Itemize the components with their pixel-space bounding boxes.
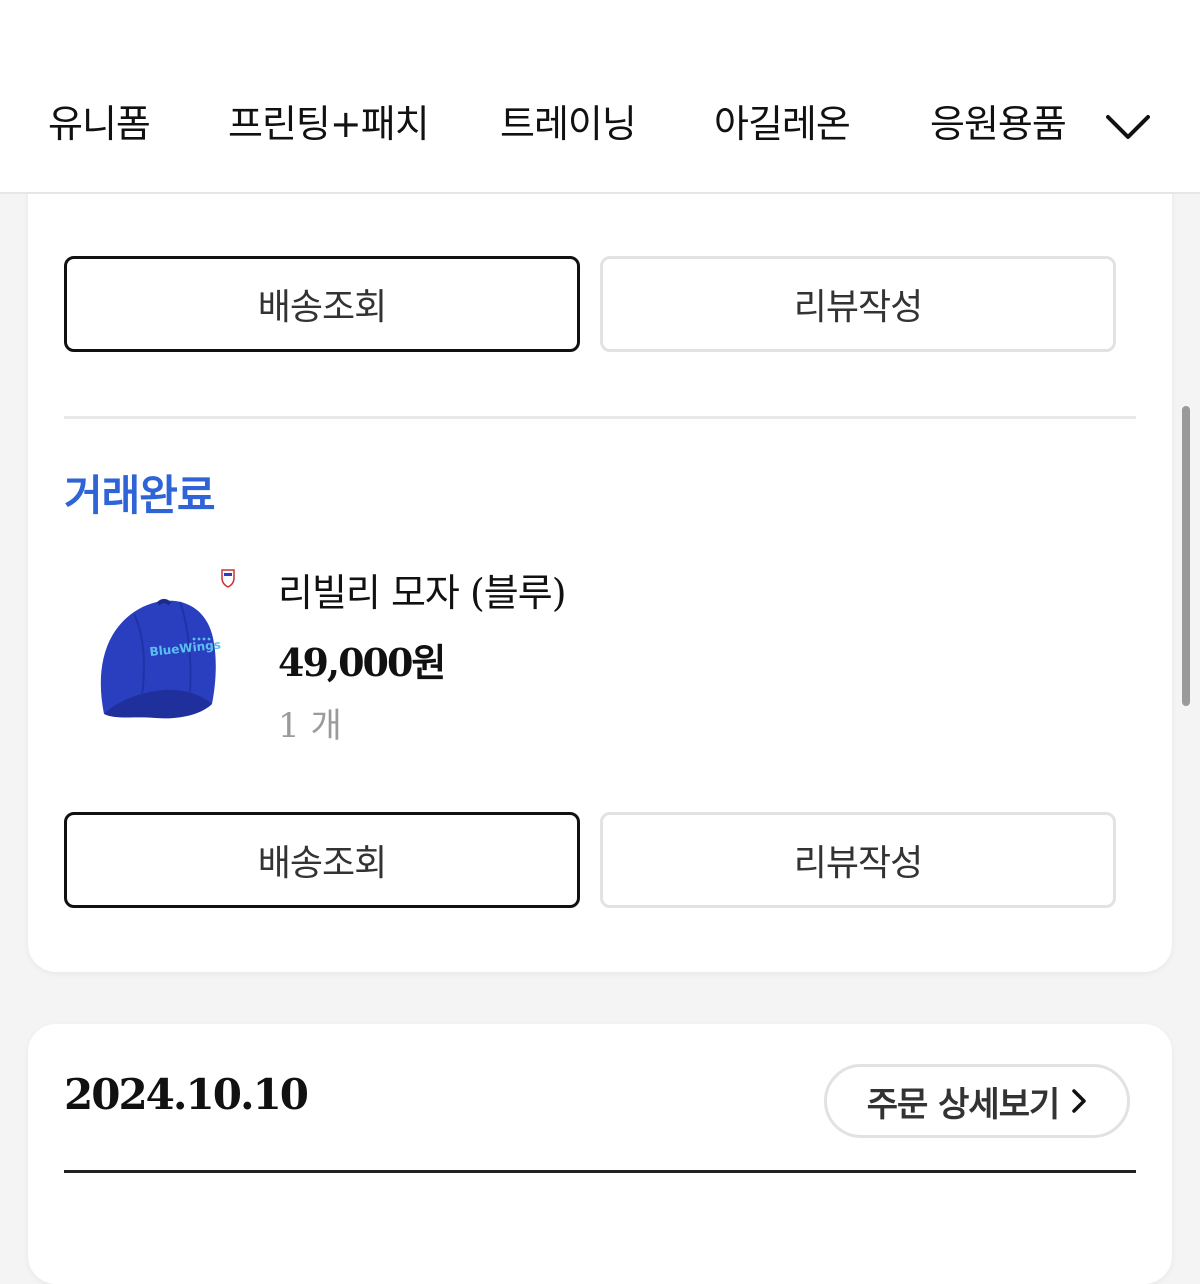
expand-categories-button[interactable] [1098,102,1158,152]
product-name[interactable]: 리빌리 모자 (블루) [278,562,567,617]
track-delivery-button[interactable]: 배송조회 [64,812,580,908]
scrollbar[interactable] [1182,406,1190,706]
divider [64,416,1136,419]
order-detail-button[interactable]: 주문 상세보기 [824,1064,1130,1138]
write-review-button[interactable]: 리뷰작성 [600,256,1116,352]
product-quantity: 1 개 [278,706,342,746]
cap-image: BlueWings [100,569,235,719]
category-tab-aquilleon[interactable]: 아길레온 [714,96,851,152]
divider [64,1170,1136,1173]
order-detail-label: 주문 상세보기 [866,1084,1061,1125]
write-review-button[interactable]: 리뷰작성 [600,812,1116,908]
team-emblem-icon [221,569,235,588]
order-date: 2024.10.10 [64,1070,309,1119]
order-card: 2024.10.10 주문 상세보기 [28,1024,1172,1284]
product-price: 49,000원 [278,640,446,685]
chevron-right-icon [1072,1089,1087,1113]
track-delivery-button[interactable]: 배송조회 [64,256,580,352]
order-card: 배송조회 리뷰작성 거래완료 BlueWings 리빌리 모자 (블루) 49,… [28,150,1172,972]
category-tab-training[interactable]: 트레이닝 [500,96,637,152]
order-status: 거래완료 [64,471,216,520]
category-tab-uniform[interactable]: 유니폼 [48,96,151,152]
category-tab-printing[interactable]: 프린팅+패치 [228,96,430,152]
chevron-down-icon [1106,115,1150,139]
category-tab-cheering[interactable]: 응원용품 [930,96,1067,152]
category-nav: 유니폼 프린팅+패치 트레이닝 아길레온 응원용품 [0,0,1200,194]
product-thumbnail[interactable]: BlueWings [84,564,254,734]
category-tabs: 유니폼 프린팅+패치 트레이닝 아길레온 응원용품 [0,96,1090,152]
